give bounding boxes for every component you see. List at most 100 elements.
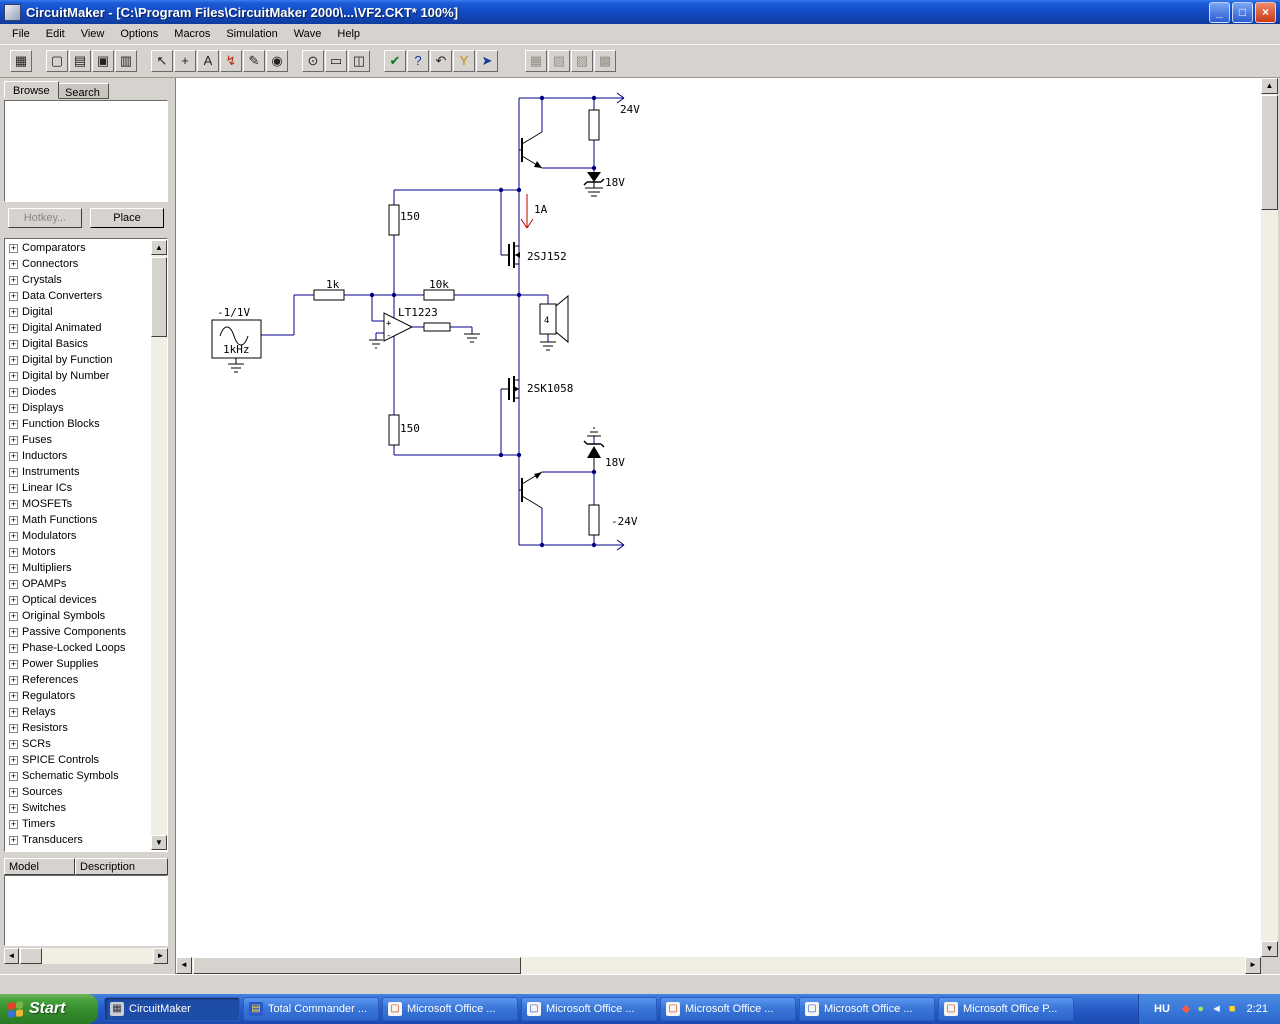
ground-opamp-minus[interactable] [369,339,383,349]
resistor-1k[interactable] [313,289,345,301]
category-modulators[interactable]: + Modulators [6,528,151,544]
generator-button[interactable]: ▨ [571,50,593,72]
menu-item-wave[interactable]: Wave [286,25,330,43]
mosfet-2sk1058[interactable] [501,376,519,402]
resistor-10k[interactable] [423,289,455,301]
sidebar-hscroll-thumb[interactable] [20,948,42,964]
category-digital[interactable]: + Digital [6,304,151,320]
expand-icon[interactable]: + [9,835,18,845]
category-regulators[interactable]: + Regulators [6,688,151,704]
category-transducers[interactable]: + Transducers [6,832,151,848]
network-icon[interactable]: ● [1197,1002,1204,1016]
expand-icon[interactable]: + [9,467,18,477]
ground-output[interactable] [464,333,480,343]
task-office-5[interactable]: ▢ Microsoft Office P... [938,997,1074,1021]
reset-button[interactable]: ↶ [430,50,452,72]
category-optical-devices[interactable]: + Optical devices [6,592,151,608]
label-mosfet-bottom[interactable]: 2SK1058 [527,382,573,395]
task-total-commander[interactable]: ▤ Total Commander ... [243,997,379,1021]
place-plus-button[interactable]: + [174,50,196,72]
resistor-bottom-rail[interactable] [588,504,600,536]
volume-icon[interactable]: ◄ [1211,1002,1222,1016]
expand-icon[interactable]: + [9,483,18,493]
meter-button[interactable]: ▧ [548,50,570,72]
schematic-canvas[interactable]: 24V 18V 1A 2SJ152 150 1k 10k LT1223 + - … [176,78,1261,957]
expand-icon[interactable]: + [9,739,18,749]
expand-icon[interactable]: + [9,259,18,269]
label-opamp[interactable]: LT1223 [398,306,438,319]
expand-icon[interactable]: + [9,691,18,701]
menu-item-macros[interactable]: Macros [166,25,218,43]
scope-button[interactable]: ▦ [525,50,547,72]
category-function-blocks[interactable]: + Function Blocks [6,416,151,432]
task-office-3[interactable]: ▢ Microsoft Office ... [660,997,796,1021]
category-passive-components[interactable]: + Passive Components [6,624,151,640]
category-motors[interactable]: + Motors [6,544,151,560]
tab-search[interactable]: Search [56,83,109,99]
probe-button[interactable]: ✎ [243,50,265,72]
canvas-vscrollbar[interactable]: ▲ ▼ [1261,78,1278,957]
clock[interactable]: 2:21 [1247,1003,1268,1015]
expand-icon[interactable]: + [9,787,18,797]
label-r-in[interactable]: 1k [326,278,340,291]
current-arrow[interactable] [520,194,534,229]
run-button[interactable]: ➤ [476,50,498,72]
start-button[interactable]: Start [0,994,98,1024]
expand-icon[interactable]: + [9,643,18,653]
expand-icon[interactable]: + [9,435,18,445]
resistor-gate-bottom[interactable] [388,414,400,446]
expand-icon[interactable]: + [9,611,18,621]
place-button[interactable]: Place [90,208,164,228]
scroll-left-icon[interactable]: ◄ [176,957,192,974]
restore-button[interactable]: □ [1232,1,1253,23]
category-phase-locked-loops[interactable]: + Phase-Locked Loops [6,640,151,656]
ground-zener-top[interactable] [585,187,603,197]
canvas-vscroll-thumb[interactable] [1261,95,1278,210]
signal-source[interactable] [211,319,262,364]
label-current[interactable]: 1A [534,203,548,216]
category-references[interactable]: + References [6,672,151,688]
select-button[interactable]: ↖ [151,50,173,72]
category-linear-ics[interactable]: + Linear ICs [6,480,151,496]
expand-icon[interactable]: + [9,579,18,589]
expand-icon[interactable]: + [9,595,18,605]
category-relays[interactable]: + Relays [6,704,151,720]
category-connectors[interactable]: + Connectors [6,256,151,272]
category-digital-by-number[interactable]: + Digital by Number [6,368,151,384]
simulation-mode-button[interactable]: ✔ [384,50,406,72]
category-data-converters[interactable]: + Data Converters [6,288,151,304]
bjt-bottom[interactable] [519,471,543,509]
category-schematic-symbols[interactable]: + Schematic Symbols [6,768,151,784]
category-switches[interactable]: + Switches [6,800,151,816]
expand-icon[interactable]: + [9,387,18,397]
sidebar-hscrollbar[interactable]: ◄ ► [4,948,168,964]
ground-source[interactable] [228,363,244,373]
scroll-down-icon[interactable]: ▼ [1261,941,1278,957]
task-circuitmaker[interactable]: ▦ CircuitMaker [104,997,240,1021]
scroll-right-icon[interactable]: ► [1245,957,1261,974]
category-mosfets[interactable]: + MOSFETs [6,496,151,512]
menu-item-options[interactable]: Options [112,25,166,43]
label-r-gate-top[interactable]: 150 [400,210,420,223]
expand-icon[interactable]: + [9,675,18,685]
hotkey-button[interactable]: Hotkey... [8,208,82,228]
split-button[interactable]: ◫ [348,50,370,72]
task-office-4[interactable]: ▢ Microsoft Office ... [799,997,935,1021]
expand-icon[interactable]: + [9,419,18,429]
category-fuses[interactable]: + Fuses [6,432,151,448]
ground-bottom[interactable] [587,427,601,438]
task-office-1[interactable]: ▢ Microsoft Office ... [382,997,518,1021]
label-r-gate-bottom[interactable]: 150 [400,422,420,435]
language-indicator[interactable]: HU [1149,1001,1175,1017]
label-r-fb[interactable]: 10k [429,278,449,291]
expand-icon[interactable]: + [9,627,18,637]
category-spice-controls[interactable]: + SPICE Controls [6,752,151,768]
description-column-header[interactable]: Description [75,858,168,875]
expand-icon[interactable]: + [9,547,18,557]
category-instruments[interactable]: + Instruments [6,464,151,480]
expand-icon[interactable]: + [9,291,18,301]
update-icon[interactable]: ■ [1229,1002,1236,1016]
find-button[interactable]: ⊙ [302,50,324,72]
ground-speaker[interactable] [540,341,556,351]
wires[interactable] [261,97,624,546]
